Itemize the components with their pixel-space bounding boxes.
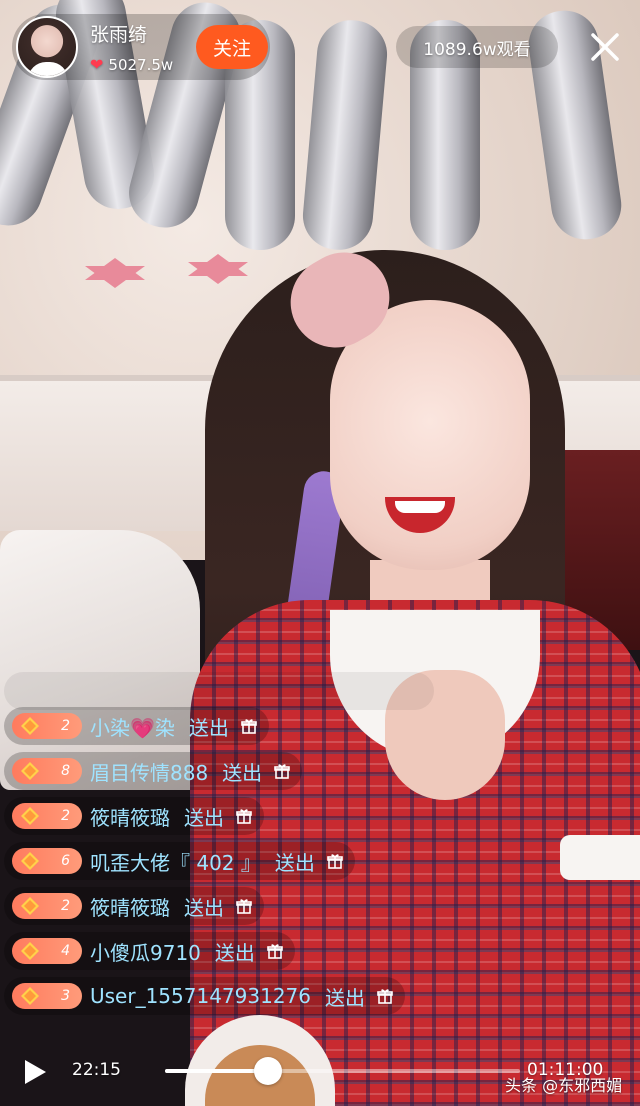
level-number: 3: [61, 988, 70, 1004]
level-number: 2: [61, 898, 70, 914]
gift-action: 送出: [184, 895, 224, 920]
host-likes: ❤ 5027.5w: [90, 55, 173, 74]
level-number: 4: [61, 943, 70, 959]
level-badge: 3: [12, 983, 82, 1009]
diamond-icon: [21, 762, 39, 780]
level-badge: 8: [12, 758, 82, 784]
gift-icon: [241, 719, 257, 734]
level-badge: 6: [12, 848, 82, 874]
host-name: 张雨绮: [90, 24, 148, 46]
sender-name[interactable]: 小傻瓜9710: [90, 937, 201, 966]
gift-feed-row: 4 小傻瓜9710 送出: [4, 932, 295, 970]
gift-feed-row: 8 眉目传情888 送出: [4, 752, 303, 790]
gift-action: 送出: [184, 805, 224, 830]
level-badge: 2: [12, 803, 82, 829]
gift-icon: [267, 944, 283, 959]
gift-icon: [377, 989, 393, 1004]
diamond-icon: [21, 717, 39, 735]
sender-name[interactable]: 叽歪大佬『 402 』: [90, 847, 261, 876]
gift-icon: [327, 854, 343, 869]
diamond-icon: [21, 942, 39, 960]
star-balloon: [188, 254, 248, 284]
sender-name[interactable]: 眉目传情888: [90, 757, 208, 786]
sleeve-cuff: [560, 835, 640, 880]
gift-icon: [274, 764, 290, 779]
sender-name[interactable]: User_1557147931276: [90, 984, 311, 1008]
gift-feed-row: 2 小染💗染 送出: [4, 707, 269, 745]
flower-bouquet: [0, 530, 200, 790]
level-badge: 4: [12, 938, 82, 964]
gift-icon: [236, 899, 252, 914]
seek-bar[interactable]: [165, 1057, 520, 1085]
gift-feed-row: 6 叽歪大佬『 402 』送出: [4, 842, 355, 880]
gift-feed-row: 3 User_1557147931276 送出: [4, 977, 406, 1015]
level-number: 2: [61, 718, 70, 734]
sender-name[interactable]: 筱晴筱璐: [90, 892, 170, 921]
diamond-icon: [21, 807, 39, 825]
diamond-icon: [21, 897, 39, 915]
watermark: 头条 @东邪西媚: [505, 1076, 623, 1095]
gift-action: 送出: [222, 760, 263, 785]
level-number: 2: [61, 808, 70, 824]
seek-thumb[interactable]: [253, 1057, 282, 1085]
level-number: 8: [61, 763, 70, 779]
gift-action: 送出: [214, 940, 255, 965]
sender-name[interactable]: 筱晴筱璐: [90, 802, 170, 831]
close-icon[interactable]: [586, 28, 624, 66]
gift-action: 送出: [188, 715, 229, 740]
heart-icon: ❤: [90, 55, 104, 74]
gift-feed-row: 2 筱晴筱璐 送出: [4, 797, 264, 835]
gift-feed-row-faded: [4, 672, 434, 710]
seek-bar-progress: [165, 1069, 268, 1073]
current-time: 22:15: [72, 1060, 121, 1080]
star-balloon: [85, 258, 145, 288]
diamond-icon: [21, 852, 39, 870]
diamond-icon: [21, 987, 39, 1005]
gift-icon: [236, 809, 252, 824]
level-badge: 2: [12, 713, 82, 739]
sender-name[interactable]: 小染💗染: [90, 712, 175, 741]
play-icon[interactable]: [22, 1058, 48, 1086]
gift-action: 送出: [325, 985, 366, 1010]
level-number: 6: [61, 853, 70, 869]
viewer-count: 1089.6w观看: [396, 26, 558, 68]
likes-count: 5027.5w: [108, 55, 174, 74]
gift-feed-row: 2 筱晴筱璐 送出: [4, 887, 264, 925]
host-avatar[interactable]: [16, 16, 78, 78]
follow-button[interactable]: 关注: [196, 25, 268, 69]
level-badge: 2: [12, 893, 82, 919]
gift-action: 送出: [274, 850, 315, 875]
